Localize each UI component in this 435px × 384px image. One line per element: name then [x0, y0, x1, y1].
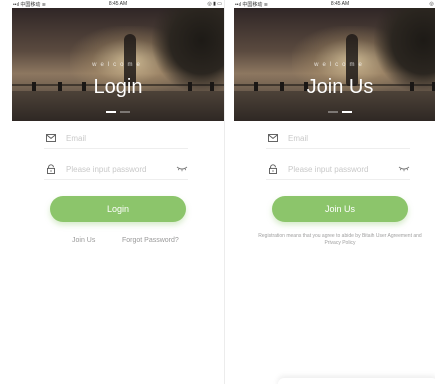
status-bar: ••ıl 中国移动 ≋ 8:45 AM ◎ ▮ ▭ — [234, 0, 435, 8]
login-button[interactable]: Login — [50, 196, 186, 222]
carousel-dot[interactable] — [328, 111, 338, 113]
hero-banner: welcome Join Us — [234, 8, 435, 121]
join-us-link[interactable]: Join Us — [72, 237, 95, 244]
carousel-dot-active[interactable] — [342, 111, 352, 113]
page-title: Login — [93, 76, 143, 98]
password-field — [44, 160, 188, 180]
eye-closed-icon[interactable] — [398, 165, 410, 173]
password-input[interactable] — [288, 162, 392, 176]
page-title: Join Us — [306, 76, 374, 98]
padlock-icon — [47, 164, 55, 174]
carousel-indicator — [234, 111, 435, 113]
email-field — [44, 129, 188, 149]
status-time: 8:45 AM — [330, 1, 350, 7]
welcome-text: welcome — [314, 62, 366, 68]
join-screen: ••ıl 中国移动 ≋ 8:45 AM ◎ ▮ ▭ welcome Join U… — [234, 0, 435, 384]
welcome-text: welcome — [92, 62, 144, 68]
status-time: 8:45 AM — [108, 1, 128, 7]
carousel-dot-active[interactable] — [106, 111, 116, 113]
terms-notice[interactable]: Registration means that you agree to abi… — [254, 233, 426, 247]
envelope-icon — [268, 134, 278, 142]
screen-divider — [224, 0, 225, 384]
padlock-icon — [269, 164, 277, 174]
eye-closed-icon[interactable] — [176, 165, 188, 173]
email-field — [266, 129, 410, 149]
join-us-button[interactable]: Join Us — [272, 196, 408, 222]
carousel-indicator — [12, 111, 224, 113]
envelope-icon — [46, 134, 56, 142]
password-field — [266, 160, 410, 180]
forgot-password-link[interactable]: Forgot Password? — [122, 237, 179, 244]
status-icons: ◎ ▮ ▭ — [207, 1, 222, 7]
login-screen: ••ıl 中国移动 ≋ 8:45 AM ◎ ▮ ▭ welcome Login — [12, 0, 224, 384]
password-input[interactable] — [66, 162, 170, 176]
bottom-sheet-edge — [278, 378, 435, 384]
status-icons: ◎ ▮ ▭ — [429, 1, 435, 7]
hero-banner: welcome Login — [12, 8, 224, 121]
email-input[interactable] — [288, 131, 392, 145]
status-bar: ••ıl 中国移动 ≋ 8:45 AM ◎ ▮ ▭ — [12, 0, 224, 8]
carousel-dot[interactable] — [120, 111, 130, 113]
email-input[interactable] — [66, 131, 170, 145]
